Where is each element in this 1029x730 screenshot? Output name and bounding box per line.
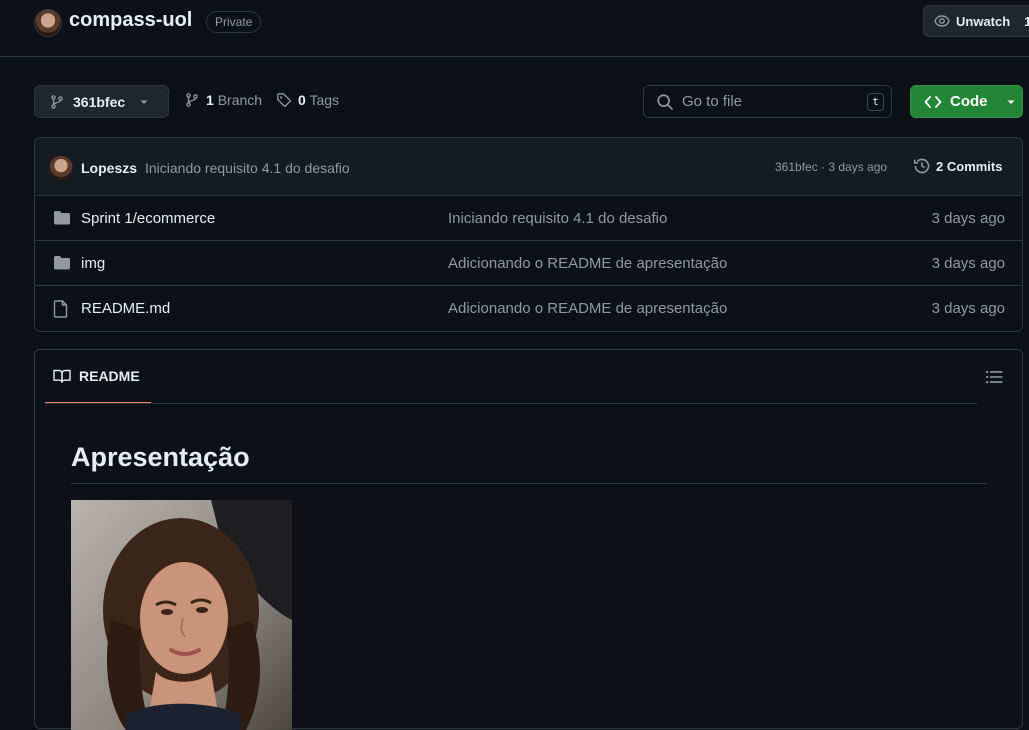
repo-name[interactable]: compass-uol	[69, 9, 192, 32]
commit-message[interactable]: Iniciando requisito 4.1 do desafio	[145, 160, 350, 176]
unwatch-button[interactable]: Unwatch 1	[923, 5, 1029, 37]
readme-tab[interactable]: README	[45, 350, 151, 404]
portrait-illustration	[71, 500, 292, 730]
eye-icon	[934, 15, 950, 27]
readme-panel: README Apresentação	[34, 349, 1023, 730]
folder-icon	[54, 256, 70, 270]
unwatch-label: Unwatch	[956, 13, 1011, 29]
code-button[interactable]: Code	[910, 85, 1023, 118]
file-date: 3 days ago	[931, 210, 1005, 227]
commits-count: 2	[936, 158, 944, 174]
readme-portrait-image	[71, 500, 292, 730]
file-commit-message[interactable]: Iniciando requisito 4.1 do desafio	[448, 210, 667, 227]
commit-meta[interactable]: 361bfec · 3 days ago	[775, 160, 887, 174]
file-row[interactable]: Sprint 1/ecommerce Iniciando requisito 4…	[35, 196, 1022, 241]
branch-count: 1	[206, 92, 214, 108]
commit-author[interactable]: Lopeszs	[81, 160, 137, 176]
commits-history-link[interactable]: 2 Commits	[913, 157, 1002, 175]
file-icon	[53, 300, 68, 318]
file-date: 3 days ago	[931, 255, 1005, 272]
branch-label: Branch	[217, 92, 263, 108]
file-name[interactable]: Sprint 1/ecommerce	[81, 210, 215, 227]
tag-count: 0	[298, 92, 306, 108]
file-name[interactable]: README.md	[81, 300, 170, 317]
go-to-file-placeholder: Go to file	[682, 93, 743, 110]
readme-divider	[45, 403, 977, 404]
git-branch-icon	[51, 94, 63, 109]
history-icon	[913, 158, 930, 174]
git-branch-icon	[186, 93, 198, 107]
file-commit-message[interactable]: Adicionando o README de apresentação	[448, 300, 727, 317]
watch-count: 1	[1024, 13, 1029, 29]
code-label: Code	[950, 93, 988, 110]
tag-icon	[277, 93, 292, 108]
file-list: Lopeszs Iniciando requisito 4.1 do desaf…	[34, 137, 1023, 332]
repo-header: compass-uol Private Unwatch 1	[0, 0, 1029, 57]
go-to-file-input[interactable]: Go to file t	[643, 85, 892, 118]
outline-list-icon[interactable]	[985, 368, 1003, 386]
commit-author-avatar[interactable]	[49, 156, 73, 180]
readme-heading: Apresentação	[71, 442, 987, 484]
file-row[interactable]: README.md Adicionando o README de aprese…	[35, 286, 1022, 331]
commits-label: Commits	[946, 158, 1003, 174]
code-icon	[924, 95, 942, 108]
latest-commit-bar: Lopeszs Iniciando requisito 4.1 do desaf…	[35, 138, 1022, 196]
search-icon	[657, 93, 673, 110]
shortcut-key: t	[867, 93, 884, 111]
caret-down-icon	[140, 100, 148, 104]
branch-name: 361bfec	[73, 93, 126, 110]
caret-down-icon	[1007, 100, 1014, 104]
file-row[interactable]: img Adicionando o README de apresentação…	[35, 241, 1022, 286]
readme-tab-label: README	[79, 368, 140, 384]
book-icon	[53, 369, 71, 383]
file-name[interactable]: img	[81, 255, 105, 272]
branch-select-button[interactable]: 361bfec	[34, 85, 169, 118]
visibility-badge: Private	[206, 11, 262, 33]
tag-label: Tags	[309, 92, 340, 108]
folder-icon	[54, 211, 70, 225]
owner-avatar[interactable]	[34, 9, 62, 37]
tags-link[interactable]: 0 Tags	[276, 92, 339, 108]
file-commit-message[interactable]: Adicionando o README de apresentação	[448, 255, 727, 272]
branches-link[interactable]: 1 Branch	[184, 92, 262, 108]
file-date: 3 days ago	[931, 300, 1005, 317]
